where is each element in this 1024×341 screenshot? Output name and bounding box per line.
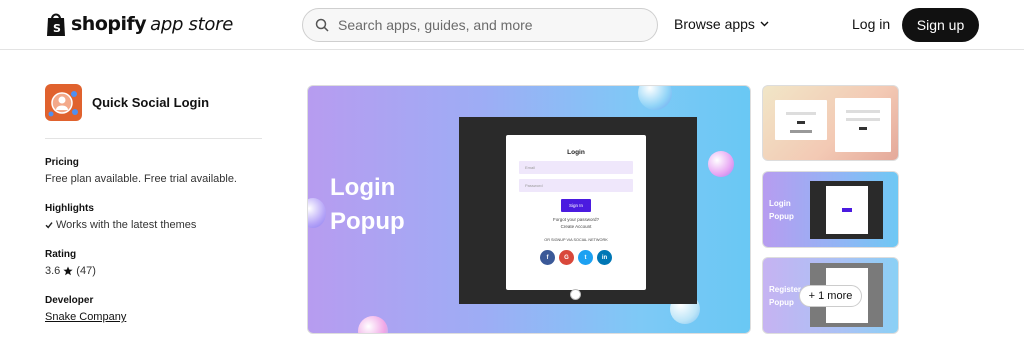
highlights-value: Works with the latest themes [56, 219, 197, 231]
rating-count[interactable]: (47) [76, 265, 96, 277]
gallery-main-image[interactable]: Login Popup Login Email Password Sign In… [307, 85, 751, 334]
app-icon [45, 84, 82, 121]
brand-name: shopify [71, 13, 147, 35]
popup-title: Login [567, 149, 585, 156]
rating-section: Rating 3.6 (47) [45, 249, 96, 277]
thumb-3-title-line-2: Popup [769, 298, 794, 307]
check-icon [45, 222, 53, 229]
pricing-section: Pricing Free plan available. Free trial … [45, 157, 237, 185]
decorative-bubble [708, 151, 734, 177]
thumb-register-form [835, 98, 891, 152]
popup-password-field: Password [519, 179, 633, 192]
app-header: Quick Social Login [45, 84, 209, 121]
app-title: Quick Social Login [92, 95, 210, 110]
popup-or-text: OR SIGNUP VIA SOCIAL NETWORK [544, 238, 608, 242]
pricing-value: Free plan available. Free trial availabl… [45, 173, 237, 185]
close-popup-icon [570, 289, 581, 300]
login-popup-preview: Login Email Password Sign In Forgot your… [506, 135, 646, 290]
search-bar[interactable] [302, 8, 658, 42]
popup-email-field: Email [519, 161, 633, 174]
developer-label: Developer [45, 295, 94, 306]
signup-button[interactable]: Sign up [902, 8, 979, 42]
thumb-2-title-line-2: Popup [769, 212, 794, 221]
browse-apps-button[interactable]: Browse apps [674, 16, 769, 32]
pricing-label: Pricing [45, 157, 79, 168]
shopify-app-store-logo[interactable]: S shopify app store [45, 11, 233, 37]
browse-apps-label: Browse apps [674, 16, 755, 32]
top-header: S shopify app store Browse apps Log in S… [0, 0, 1024, 50]
popup-create-link: Create Account [560, 224, 592, 229]
hero-title-line-1: Login [330, 174, 396, 201]
popup-social-icons: f G t in [506, 250, 646, 265]
linkedin-icon: in [597, 250, 612, 265]
popup-forgot-link: Forgot your password? [552, 217, 600, 222]
highlights-section: Highlights Works with the latest themes [45, 203, 196, 231]
developer-section: Developer Snake Company [45, 295, 126, 323]
hero-title: Login Popup [330, 171, 405, 239]
chevron-down-icon [760, 21, 769, 27]
search-icon [315, 18, 329, 32]
shopify-bag-icon: S [47, 13, 65, 36]
rating-value: 3.6 [45, 265, 61, 277]
login-link[interactable]: Log in [852, 16, 890, 32]
decorative-bubble [308, 198, 326, 228]
facebook-icon: f [540, 250, 555, 265]
star-icon [63, 266, 73, 276]
svg-text:S: S [53, 22, 61, 35]
thumb-2-title-line-1: Login [769, 199, 791, 208]
thumb-2-popup [826, 186, 868, 234]
popup-signin-button: Sign In [561, 199, 591, 212]
search-input[interactable] [338, 17, 638, 33]
rating-label: Rating [45, 249, 77, 260]
gallery-thumbnail-2[interactable]: Login Popup [762, 171, 899, 248]
google-icon: G [559, 250, 574, 265]
brand-suffix: app store [150, 13, 233, 35]
thumb-3-title: Register Popup [769, 283, 801, 309]
divider [45, 138, 262, 139]
decorative-bubble [638, 86, 672, 110]
more-images-button[interactable]: + 1 more [799, 285, 862, 307]
decorative-bubble [358, 316, 388, 333]
thumb-login-form [775, 100, 827, 140]
gallery-thumbnail-1[interactable] [762, 85, 899, 161]
developer-link[interactable]: Snake Company [45, 311, 126, 323]
thumb-3-title-line-1: Register [769, 285, 802, 294]
highlights-label: Highlights [45, 203, 94, 214]
twitter-icon: t [578, 250, 593, 265]
thumb-2-title: Login Popup [769, 197, 794, 223]
hero-title-line-2: Popup [330, 208, 405, 235]
